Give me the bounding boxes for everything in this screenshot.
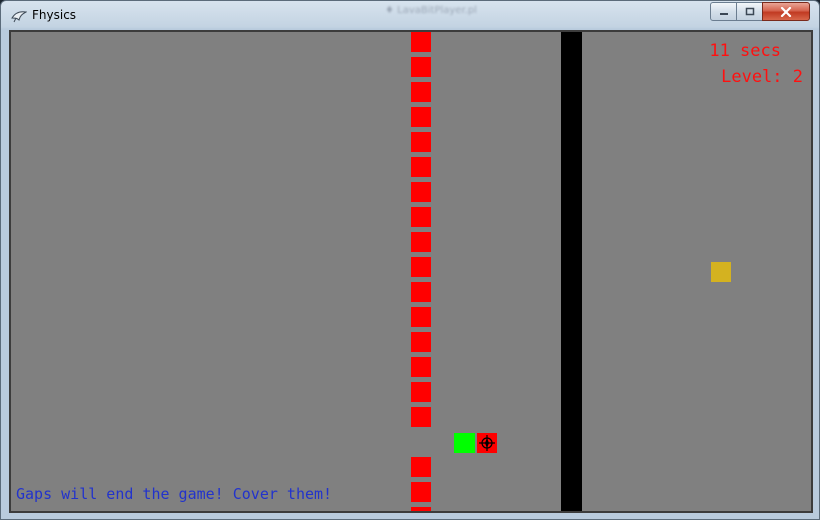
game-window: Fhysics ♦ LavaBitPlayer.pl 11 secs Level…: [0, 0, 820, 520]
maximize-icon: [745, 7, 755, 17]
level-text: Level: 2: [721, 67, 803, 87]
red-block: [411, 307, 431, 327]
red-block: [411, 57, 431, 77]
red-block: [411, 257, 431, 277]
hint-text: Gaps will end the game! Cover them!: [16, 485, 333, 503]
game-canvas[interactable]: 11 secs Level: 2 Gaps will end the game!…: [9, 30, 813, 513]
red-block: [411, 82, 431, 102]
red-block: [411, 132, 431, 152]
window-title-ghost: ♦ LavaBitPlayer.pl: [385, 5, 477, 16]
red-block: [411, 207, 431, 227]
close-icon: [780, 6, 792, 17]
timer-text: 11 secs: [709, 41, 781, 61]
player-block: [454, 433, 475, 453]
red-block: [411, 232, 431, 252]
title-bar[interactable]: Fhysics ♦ LavaBitPlayer.pl: [1, 1, 819, 29]
red-block: [411, 32, 431, 52]
red-block: [411, 182, 431, 202]
maximize-button[interactable]: [736, 2, 763, 21]
red-block: [411, 482, 431, 502]
red-block: [411, 157, 431, 177]
crosshair-icon: [477, 433, 497, 453]
minimize-icon: [719, 7, 729, 17]
red-block: [411, 107, 431, 127]
red-block: [411, 382, 431, 402]
bird-app-icon: [11, 8, 28, 23]
red-block: [411, 407, 431, 427]
red-block: [411, 507, 431, 511]
goal-block: [711, 262, 731, 282]
close-button[interactable]: [762, 2, 810, 21]
red-block: [411, 457, 431, 477]
window-title: Fhysics: [32, 8, 77, 22]
red-block: [411, 332, 431, 352]
red-block: [411, 357, 431, 377]
black-wall: [561, 32, 582, 511]
red-block: [411, 282, 431, 302]
target-block: [477, 433, 497, 453]
minimize-button[interactable]: [710, 2, 737, 21]
